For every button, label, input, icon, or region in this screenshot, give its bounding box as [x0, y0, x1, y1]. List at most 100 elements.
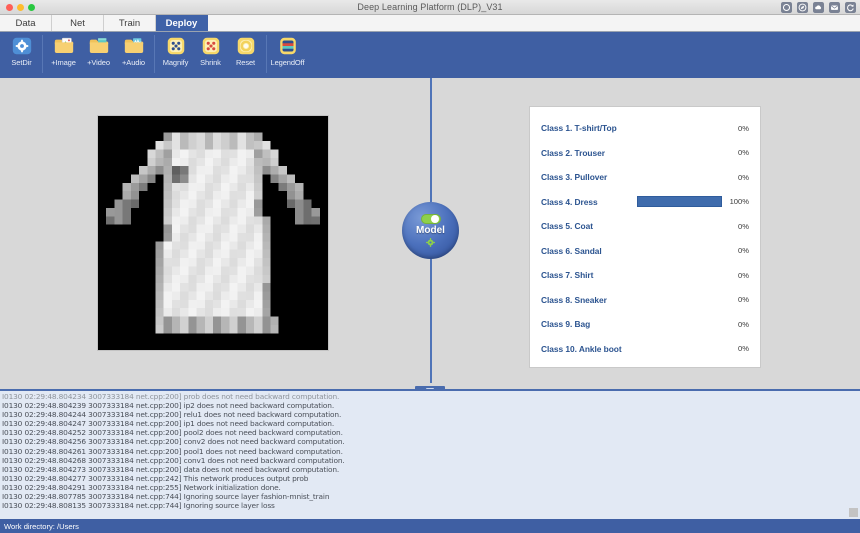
class-percent: 0%: [722, 295, 749, 304]
class-label: Class 6. Sandal: [541, 246, 637, 256]
tab-train[interactable]: Train: [104, 15, 156, 31]
model-node[interactable]: Model: [402, 202, 459, 259]
shrink-dice-icon: [200, 35, 222, 57]
cloud-icon[interactable]: [813, 2, 824, 13]
close-button[interactable]: [6, 4, 13, 11]
traffic-lights[interactable]: [0, 4, 35, 11]
fashion-mnist-sample-image: [98, 116, 328, 350]
mail-icon[interactable]: [829, 2, 840, 13]
class-bar-track: [637, 196, 722, 207]
class-percent: 0%: [722, 344, 749, 353]
toolbar-separator-1: [42, 35, 43, 73]
class-row[interactable]: Class 3. Pullover 0%: [541, 165, 749, 190]
shrink-button[interactable]: Shrink: [193, 35, 228, 67]
reset-ring-icon: [235, 35, 257, 57]
class-percent: 100%: [722, 197, 749, 206]
class-row[interactable]: Class 6. Sandal 0%: [541, 239, 749, 264]
log-line: I0130 02:29:48.804256 3007333184 net.cpp…: [2, 437, 860, 446]
model-node-label: Model: [416, 225, 445, 236]
log-line: I0130 02:29:48.804239 3007333184 net.cpp…: [2, 401, 860, 410]
class-row[interactable]: Class 1. T-shirt/Top 0%: [541, 116, 749, 141]
menu-extras: [781, 0, 856, 15]
class-bar-track: [637, 123, 722, 134]
add-video-button[interactable]: +Video: [81, 35, 116, 67]
refresh-icon[interactable]: [845, 2, 856, 13]
log-line: I0130 02:29:48.804273 3007333184 net.cpp…: [2, 465, 860, 474]
class-bar-track: [637, 294, 722, 305]
folder-video-icon: [88, 35, 110, 57]
class-percent: 0%: [722, 148, 749, 157]
class-label: Class 3. Pullover: [541, 172, 637, 182]
tab-bar: Data Net Train Deploy: [0, 15, 860, 32]
class-bar-track: [637, 221, 722, 232]
tab-data[interactable]: Data: [0, 15, 52, 31]
classification-panel: Class 1. T-shirt/Top 0% Class 2. Trouser…: [529, 106, 761, 368]
class-percent: 0%: [722, 246, 749, 255]
zoom-button[interactable]: [28, 4, 35, 11]
log-line: I0130 02:29:48.804247 3007333184 net.cpp…: [2, 419, 860, 428]
work-directory-status: Work directory: /Users: [4, 522, 79, 531]
class-label: Class 8. Sneaker: [541, 295, 637, 305]
class-bar-track: [637, 147, 722, 158]
minimize-button[interactable]: [17, 4, 24, 11]
class-bar-track: [637, 319, 722, 330]
log-line: I0130 02:29:48.807785 3007333184 net.cpp…: [2, 492, 860, 501]
deploy-canvas: Model Class 1. T-shirt/Top 0% Class 2. T…: [0, 78, 860, 389]
app-window: Deep Learning Platform (DLP)_V31: [0, 0, 860, 533]
folder-gear-icon: [11, 35, 33, 57]
class-label: Class 5. Coat: [541, 221, 637, 231]
gear-icon[interactable]: [781, 2, 792, 13]
input-image-card[interactable]: [97, 115, 329, 351]
class-label: Class 4. Dress: [541, 197, 637, 207]
add-audio-button[interactable]: +Audio: [116, 35, 151, 67]
magnify-button[interactable]: Magnify: [158, 35, 193, 67]
class-row[interactable]: Class 9. Bag 0%: [541, 312, 749, 337]
reset-button[interactable]: Reset: [228, 35, 263, 67]
toolbar: SetDir +Image +Video: [0, 32, 860, 78]
legend-bars-icon: [277, 35, 299, 57]
toolbar-separator-2: [154, 35, 155, 73]
class-label: Class 10. Ankle boot: [541, 344, 637, 354]
class-row[interactable]: Class 2. Trouser 0%: [541, 141, 749, 166]
add-audio-label: +Audio: [122, 58, 145, 67]
shrink-label: Shrink: [200, 58, 221, 67]
compass-icon[interactable]: [797, 2, 808, 13]
class-percent: 0%: [722, 124, 749, 133]
class-row[interactable]: Class 7. Shirt 0%: [541, 263, 749, 288]
log-line: I0130 02:29:48.804244 3007333184 net.cpp…: [2, 410, 860, 419]
class-bar-track: [637, 343, 722, 354]
legend-off-button[interactable]: LegendOff: [270, 35, 305, 67]
tab-net[interactable]: Net: [52, 15, 104, 31]
setdir-button[interactable]: SetDir: [4, 35, 39, 67]
class-row[interactable]: Class 4. Dress 100%: [541, 190, 749, 215]
resize-grip[interactable]: [849, 508, 858, 517]
model-toggle[interactable]: [421, 214, 441, 224]
tab-deploy[interactable]: Deploy: [156, 15, 208, 31]
log-panel[interactable]: I0130 02:29:48.804234 3007333184 net.cpp…: [0, 389, 860, 519]
log-line: I0130 02:29:48.804291 3007333184 net.cpp…: [2, 483, 860, 492]
class-label: Class 1. T-shirt/Top: [541, 123, 637, 133]
reset-label: Reset: [236, 58, 255, 67]
connector-line-top: [430, 78, 432, 202]
class-row[interactable]: Class 8. Sneaker 0%: [541, 288, 749, 313]
class-label: Class 9. Bag: [541, 319, 637, 329]
class-bar-track: [637, 245, 722, 256]
log-line: I0130 02:29:48.804261 3007333184 net.cpp…: [2, 447, 860, 456]
status-bar: Work directory: /Users: [0, 519, 860, 533]
class-percent: 0%: [722, 222, 749, 231]
add-image-button[interactable]: +Image: [46, 35, 81, 67]
class-bar-fill: [637, 196, 722, 207]
class-percent: 0%: [722, 271, 749, 280]
magnify-label: Magnify: [163, 58, 189, 67]
class-bar-track: [637, 270, 722, 281]
class-row[interactable]: Class 10. Ankle boot 0%: [541, 337, 749, 362]
log-lines: I0130 02:29:48.804234 3007333184 net.cpp…: [0, 391, 860, 510]
class-row[interactable]: Class 5. Coat 0%: [541, 214, 749, 239]
class-label: Class 2. Trouser: [541, 148, 637, 158]
log-line: I0130 02:29:48.808135 3007333184 net.cpp…: [2, 501, 860, 510]
add-video-label: +Video: [87, 58, 110, 67]
magnify-dice-icon: [165, 35, 187, 57]
class-percent: 0%: [722, 173, 749, 182]
log-line: I0130 02:29:48.804277 3007333184 net.cpp…: [2, 474, 860, 483]
model-settings-gear-icon[interactable]: [425, 237, 436, 248]
